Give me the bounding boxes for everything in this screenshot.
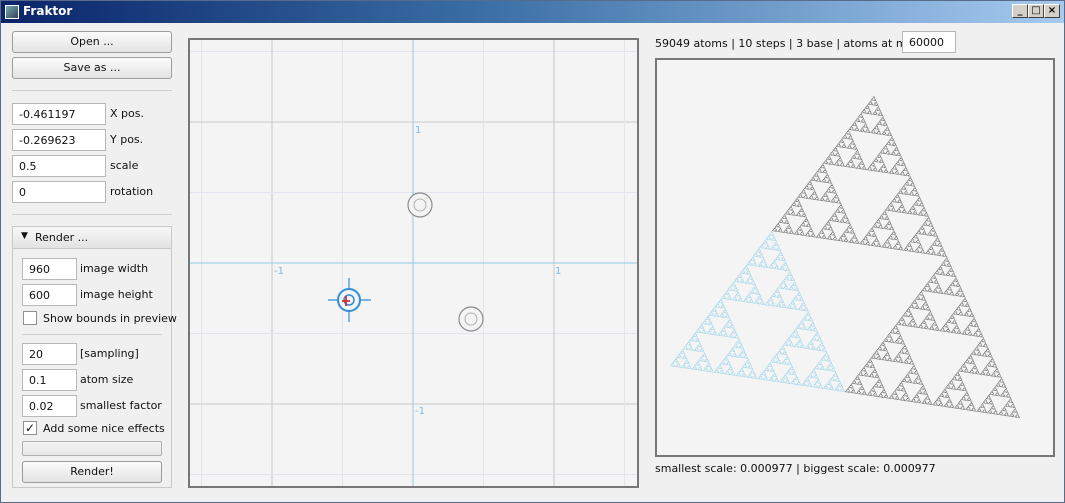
app-icon (5, 5, 19, 19)
fractal-canvas (670, 96, 1020, 418)
render-group-title: Render ... (35, 231, 89, 244)
divider (22, 334, 162, 335)
selected-transform-handle[interactable] (328, 278, 371, 322)
image-width-label: image width (80, 262, 149, 275)
editor-canvas[interactable]: 1 -1 1 -1 (190, 40, 637, 486)
axis-label-y-negative: -1 (415, 406, 425, 417)
fractal-preview (655, 58, 1055, 457)
fractal-highlighted-atoms (670, 231, 845, 392)
effects-checkbox[interactable]: ✓ (23, 421, 37, 435)
title-bar[interactable]: Fraktor _ □ × (1, 1, 1064, 23)
sampling-input[interactable] (22, 343, 77, 365)
smallest-factor-input[interactable] (22, 395, 77, 417)
show-bounds-checkbox[interactable] (23, 311, 37, 325)
effects-label: Add some nice effects (43, 422, 165, 435)
rotation-label: rotation (110, 185, 154, 198)
x-pos-label: X pos. (110, 107, 144, 120)
image-height-input[interactable] (22, 284, 77, 306)
editor-grid (190, 40, 637, 486)
smallest-factor-label: smallest factor (80, 399, 162, 412)
transform-handle-top[interactable] (407, 192, 433, 218)
scale-input[interactable] (12, 155, 106, 177)
render-group-header[interactable]: ▼ Render ... (13, 227, 171, 249)
stats-text: 59049 atoms | 10 steps | 3 base | atoms … (655, 37, 928, 50)
minimize-button[interactable]: _ (1012, 4, 1028, 18)
divider (12, 90, 172, 91)
app-window: Fraktor _ □ × Open ... Save as ... X pos… (0, 0, 1065, 503)
close-button[interactable]: × (1044, 4, 1060, 18)
checkmark-icon: ✓ (24, 421, 36, 435)
divider (12, 214, 172, 215)
show-bounds-label: Show bounds in preview (43, 312, 177, 325)
maximize-button[interactable]: □ (1028, 4, 1044, 18)
sampling-label: [sampling] (80, 347, 139, 360)
atom-size-input[interactable] (22, 369, 77, 391)
y-pos-label: Y pos. (110, 133, 144, 146)
axis-label-x-positive: 1 (555, 266, 561, 277)
atom-size-label: atom size (80, 373, 134, 386)
scale-label: scale (110, 159, 139, 172)
axis-label-x-negative: -1 (274, 266, 284, 277)
x-pos-input[interactable] (12, 103, 106, 125)
window-title: Fraktor (23, 4, 73, 18)
render-button[interactable]: Render! (22, 461, 162, 483)
max-atoms-input[interactable] (902, 31, 956, 53)
render-group: ▼ Render ... image width image height Sh… (12, 226, 177, 488)
scale-info-text: smallest scale: 0.000977 | biggest scale… (655, 462, 936, 475)
render-progress-bar (22, 441, 162, 456)
save-as-button[interactable]: Save as ... (12, 57, 172, 79)
fractal-atoms (772, 96, 1020, 418)
transform-handle-right[interactable] (458, 306, 484, 332)
open-button[interactable]: Open ... (12, 31, 172, 53)
rotation-input[interactable] (12, 181, 106, 203)
transform-editor[interactable]: 1 -1 1 -1 (188, 38, 639, 488)
image-width-input[interactable] (22, 258, 77, 280)
y-pos-input[interactable] (12, 129, 106, 151)
collapse-triangle-icon: ▼ (21, 231, 28, 241)
axis-label-y-positive: 1 (415, 125, 421, 136)
image-height-label: image height (80, 288, 153, 301)
